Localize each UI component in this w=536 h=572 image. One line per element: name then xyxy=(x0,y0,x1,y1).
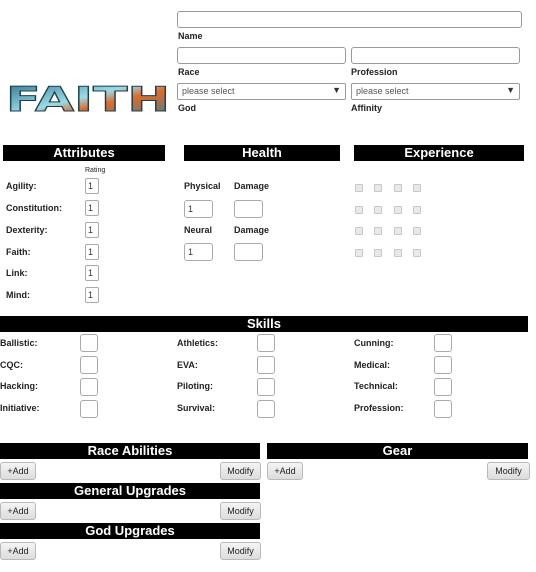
skill-label-hacking: Hacking: xyxy=(0,381,39,391)
skill-input-hacking[interactable] xyxy=(80,378,98,396)
skill-label-cqc: CQC: xyxy=(0,360,23,370)
gear-modify-button[interactable]: Modify xyxy=(487,462,530,480)
neural-input[interactable]: 1 xyxy=(184,243,213,261)
attr-label-faith: Faith: xyxy=(6,247,31,257)
skill-input-piloting[interactable] xyxy=(257,378,275,396)
skill-label-technical: Technical: xyxy=(354,381,398,391)
god-upgrades-header: God Upgrades xyxy=(0,523,260,539)
neural-damage-label: Damage xyxy=(234,225,270,235)
skill-input-medical[interactable] xyxy=(434,356,452,374)
skill-label-medical: Medical: xyxy=(354,360,391,370)
race-label: Race xyxy=(178,67,200,77)
attr-label-mind: Mind: xyxy=(6,290,30,300)
attr-input-link[interactable]: 1 xyxy=(85,265,99,281)
faith-logo: FAITH xyxy=(6,80,171,120)
experience-checkbox[interactable] xyxy=(374,227,382,235)
attr-label-agility: Agility: xyxy=(6,181,37,191)
name-label: Name xyxy=(178,31,203,41)
skill-input-ballistic[interactable] xyxy=(80,334,98,352)
skill-label-cunning: Cunning: xyxy=(354,338,394,348)
physical-damage-input[interactable] xyxy=(234,200,263,218)
gear-header: Gear xyxy=(267,443,528,459)
affinity-select-value: please select xyxy=(356,86,409,96)
experience-checkbox[interactable] xyxy=(394,184,402,192)
skill-label-ballistic: Ballistic: xyxy=(0,338,38,348)
attr-input-constitution[interactable]: 1 xyxy=(85,200,99,216)
experience-checkbox[interactable] xyxy=(413,206,421,214)
attr-label-constitution: Constitution: xyxy=(6,203,62,213)
experience-checkbox[interactable] xyxy=(394,227,402,235)
attr-input-dexterity[interactable]: 1 xyxy=(85,222,99,238)
experience-checkbox[interactable] xyxy=(394,249,402,257)
affinity-label: Affinity xyxy=(351,103,382,113)
god-select-value: please select xyxy=(182,86,235,96)
skill-input-survival[interactable] xyxy=(257,400,275,418)
skill-input-initiative[interactable] xyxy=(80,400,98,418)
experience-checkbox[interactable] xyxy=(413,184,421,192)
chevron-down-icon: ▼ xyxy=(506,85,515,95)
god-upgrades-add-button[interactable]: +Add xyxy=(0,542,36,560)
experience-checkbox[interactable] xyxy=(355,249,363,257)
profession-label: Profession xyxy=(351,67,398,77)
skill-label-initiative: Initiative: xyxy=(0,403,40,413)
attr-input-agility[interactable]: 1 xyxy=(85,178,99,194)
race-abilities-modify-button[interactable]: Modify xyxy=(220,462,261,480)
race-abilities-header: Race Abilities xyxy=(0,443,260,459)
skills-header: Skills xyxy=(0,316,528,332)
attr-label-link: Link: xyxy=(6,268,28,278)
god-upgrades-modify-button[interactable]: Modify xyxy=(220,542,261,560)
general-upgrades-modify-button[interactable]: Modify xyxy=(220,502,261,520)
experience-checkbox[interactable] xyxy=(374,206,382,214)
attributes-header: Attributes xyxy=(3,145,165,161)
race-abilities-add-button[interactable]: +Add xyxy=(0,462,36,480)
attr-input-mind[interactable]: 1 xyxy=(85,287,99,303)
skill-label-piloting: Piloting: xyxy=(177,381,213,391)
general-upgrades-header: General Upgrades xyxy=(0,483,260,499)
affinity-select[interactable]: please select ▼ xyxy=(351,83,520,100)
skill-label-athletics: Athletics: xyxy=(177,338,219,348)
experience-checkbox[interactable] xyxy=(374,184,382,192)
skill-input-technical[interactable] xyxy=(434,378,452,396)
attr-label-dexterity: Dexterity: xyxy=(6,225,48,235)
skill-label-survival: Survival: xyxy=(177,403,216,413)
name-input[interactable] xyxy=(177,11,522,28)
god-select[interactable]: please select ▼ xyxy=(177,83,346,100)
neural-label: Neural xyxy=(184,225,213,235)
physical-damage-label: Damage xyxy=(234,181,270,191)
experience-checkbox[interactable] xyxy=(413,249,421,257)
skill-input-eva[interactable] xyxy=(257,356,275,374)
physical-input[interactable]: 1 xyxy=(184,200,213,218)
experience-header: Experience xyxy=(354,145,524,161)
experience-checkbox[interactable] xyxy=(394,206,402,214)
skill-input-cunning[interactable] xyxy=(434,334,452,352)
experience-checkbox[interactable] xyxy=(355,206,363,214)
race-input[interactable] xyxy=(177,47,346,64)
skill-input-profession[interactable] xyxy=(434,400,452,418)
skill-input-cqc[interactable] xyxy=(80,356,98,374)
chevron-down-icon: ▼ xyxy=(332,85,341,95)
experience-checkbox[interactable] xyxy=(413,227,421,235)
gear-add-button[interactable]: +Add xyxy=(267,462,303,480)
skill-label-profession: Profession: xyxy=(354,403,404,413)
god-label: God xyxy=(178,103,196,113)
experience-checkbox[interactable] xyxy=(355,227,363,235)
physical-label: Physical xyxy=(184,181,221,191)
skill-input-athletics[interactable] xyxy=(257,334,275,352)
neural-damage-input[interactable] xyxy=(234,243,263,261)
rating-label: Rating xyxy=(85,167,106,174)
experience-checkbox[interactable] xyxy=(355,184,363,192)
experience-checkbox[interactable] xyxy=(374,249,382,257)
profession-input[interactable] xyxy=(351,47,520,64)
health-header: Health xyxy=(184,145,340,161)
skill-label-eva: EVA: xyxy=(177,360,198,370)
svg-text:FAITH: FAITH xyxy=(6,80,170,120)
general-upgrades-add-button[interactable]: +Add xyxy=(0,502,36,520)
attr-input-faith[interactable]: 1 xyxy=(85,244,99,260)
